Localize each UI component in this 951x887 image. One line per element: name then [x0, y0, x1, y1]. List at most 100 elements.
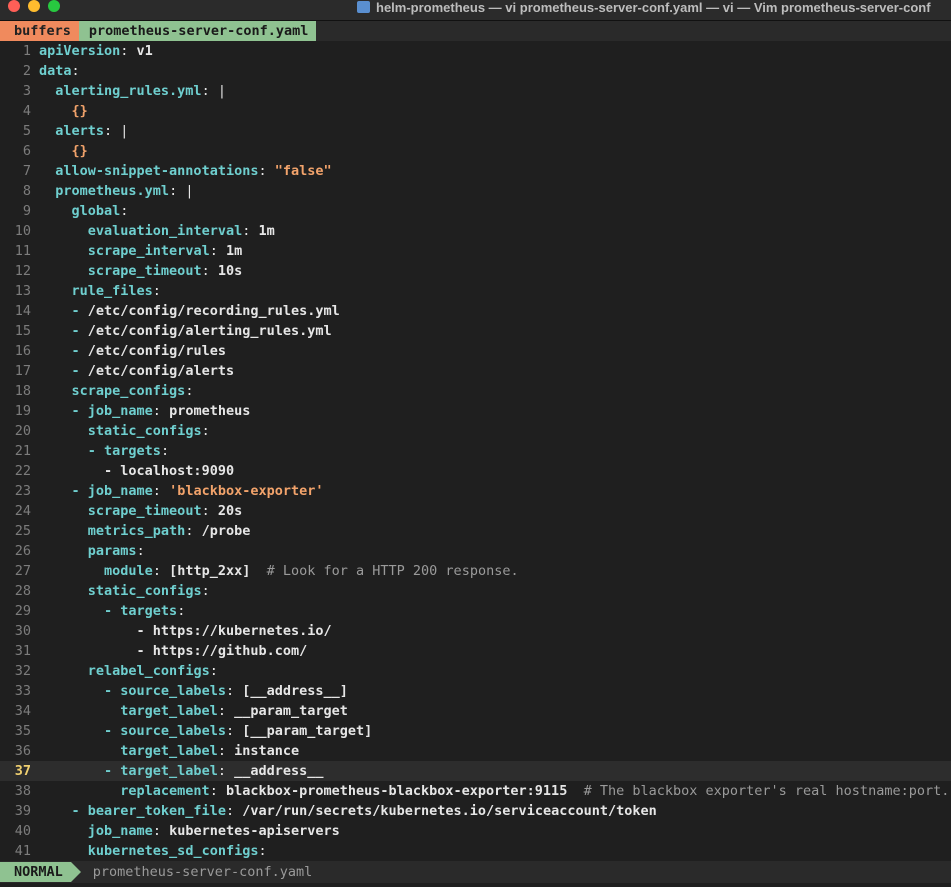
code-token: global [71, 203, 121, 219]
code-token: scrape_timeout [87, 263, 202, 279]
code-line[interactable]: 14 - /etc/config/recording_rules.yml [0, 301, 951, 321]
code-line[interactable]: 2 data: [0, 61, 951, 81]
code-line[interactable]: 19 - job_name: prometheus [0, 401, 951, 421]
code-line[interactable]: 15 - /etc/config/alerting_rules.yml [0, 321, 951, 341]
code-token: : [201, 263, 218, 279]
line-number: 39 [14, 803, 31, 819]
code-line[interactable]: 41 kubernetes_sd_configs: [0, 841, 951, 861]
code-token: : [177, 603, 186, 619]
line-number: 23 [14, 483, 31, 499]
line-number: 3 [22, 83, 31, 99]
code-token: : [201, 423, 210, 439]
line-number: 12 [14, 263, 31, 279]
code-token: blackbox-prometheus-blackbox-exporter:91… [225, 783, 568, 799]
line-number: 29 [14, 603, 31, 619]
buffer-tab-prometheus-server-conf[interactable]: prometheus-server-conf.yaml [78, 21, 317, 41]
code-line[interactable]: 12 scrape_timeout: 10s [0, 261, 951, 281]
editor-text-area[interactable]: 1 apiVersion: v1 2 data: 3 alerting_rules.ym… [0, 41, 951, 861]
code-token: rule_files [71, 283, 153, 299]
code-line[interactable]: 27 module: [http_2xx] # Look for a HTTP … [0, 561, 951, 581]
code-line[interactable]: 23 - job_name: 'blackbox-exporter' [0, 481, 951, 501]
code-line[interactable]: 21 - targets: [0, 441, 951, 461]
code-token: - targets [104, 603, 178, 619]
code-token: {} [71, 143, 88, 159]
code-line[interactable]: 6 {} [0, 141, 951, 161]
code-token: : | [201, 83, 226, 99]
mode-separator [70, 862, 81, 882]
code-line[interactable]: 31 - https://github.com/ [0, 641, 951, 661]
line-number: 6 [22, 143, 31, 159]
code-line[interactable]: 7 allow-snippet-annotations: "false" [0, 161, 951, 181]
cursor-line[interactable]: 37 - target_label: __address__ [0, 761, 951, 781]
zoom-window-icon[interactable] [48, 0, 60, 12]
code-line[interactable]: 32 relabel_configs: [0, 661, 951, 681]
code-line[interactable]: 13 rule_files: [0, 281, 951, 301]
line-text: - job_name: prometheus [39, 403, 251, 419]
code-line[interactable]: 9 global: [0, 201, 951, 221]
code-line[interactable]: 35 - source_labels: [__param_target] [0, 721, 951, 741]
code-line[interactable]: 40 job_name: kubernetes-apiservers [0, 821, 951, 841]
code-token: : [225, 803, 243, 819]
line-number: 8 [22, 183, 31, 199]
code-line[interactable]: 30 - https://kubernetes.io/ [0, 621, 951, 641]
line-text: module: [http_2xx] # Look for a HTTP 200… [39, 563, 519, 579]
code-token: - bearer_token_file [71, 803, 226, 819]
line-text: scrape_configs: [39, 383, 194, 399]
code-line[interactable]: 22 - localhost:9090 [0, 461, 951, 481]
code-line[interactable]: 20 static_configs: [0, 421, 951, 441]
code-line[interactable]: 29 - targets: [0, 601, 951, 621]
close-window-icon[interactable] [8, 0, 20, 12]
line-text: - https://github.com/ [39, 643, 308, 659]
code-line[interactable]: 26 params: [0, 541, 951, 561]
code-line[interactable]: 24 scrape_timeout: 20s [0, 501, 951, 521]
line-text: static_configs: [39, 423, 210, 439]
buffers-label: buffers [0, 21, 79, 41]
line-number: 33 [14, 683, 31, 699]
code-line[interactable]: 8 prometheus.yml: | [0, 181, 951, 201]
minimize-window-icon[interactable] [28, 0, 40, 12]
line-number: 38 [14, 783, 31, 799]
code-line[interactable]: 11 scrape_interval: 1m [0, 241, 951, 261]
code-line[interactable]: 36 target_label: instance [0, 741, 951, 761]
line-number: 13 [14, 283, 31, 299]
code-token: target_label [120, 743, 218, 759]
code-line[interactable]: 4 {} [0, 101, 951, 121]
code-line[interactable]: 1 apiVersion: v1 [0, 41, 951, 61]
line-text: target_label: instance [39, 743, 299, 759]
code-line[interactable]: 16 - /etc/config/rules [0, 341, 951, 361]
code-token: kubernetes-apiservers [169, 823, 340, 839]
code-token: - [71, 303, 80, 319]
line-text: kubernetes_sd_configs: [39, 843, 267, 859]
code-line[interactable]: 28 static_configs: [0, 581, 951, 601]
code-line[interactable]: 34 target_label: __param_target [0, 701, 951, 721]
code-line[interactable]: 38 replacement: blackbox-prometheus-blac… [0, 781, 951, 801]
code-line[interactable]: 18 scrape_configs: [0, 381, 951, 401]
code-token: [__param_target] [242, 723, 373, 739]
code-line[interactable]: 17 - /etc/config/alerts [0, 361, 951, 381]
code-line[interactable]: 5 alerts: | [0, 121, 951, 141]
code-line[interactable]: 25 metrics_path: /probe [0, 521, 951, 541]
code-line[interactable]: 10 evaluation_interval: 1m [0, 221, 951, 241]
line-number: 14 [14, 303, 31, 319]
code-token: relabel_configs [87, 663, 210, 679]
code-token: : [201, 583, 210, 599]
code-line[interactable]: 39 - bearer_token_file: /var/run/secrets… [0, 801, 951, 821]
line-number: 31 [14, 643, 31, 659]
code-line[interactable]: 3 alerting_rules.yml: | [0, 81, 951, 101]
line-text: scrape_timeout: 10s [39, 263, 242, 279]
code-line[interactable]: 33 - source_labels: [__address__] [0, 681, 951, 701]
code-token: job_name [87, 823, 153, 839]
line-number: 32 [14, 663, 31, 679]
